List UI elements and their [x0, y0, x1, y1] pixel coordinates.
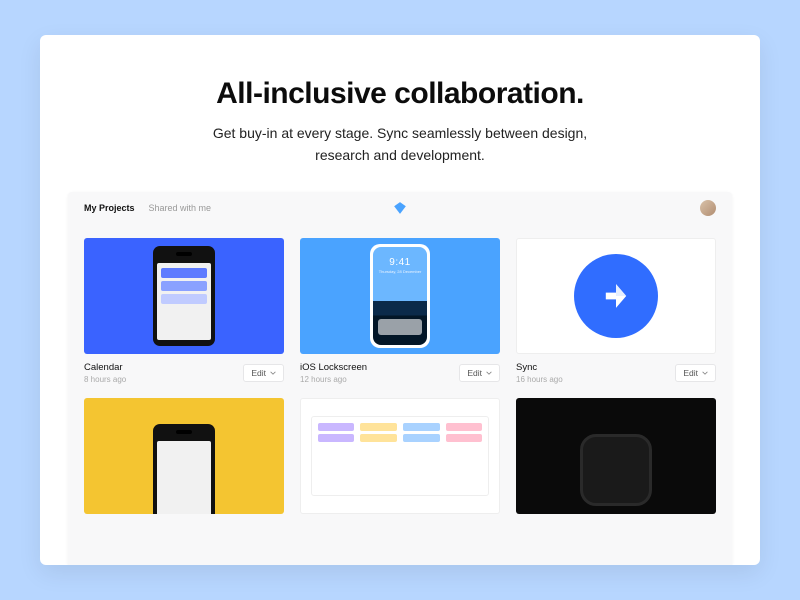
- project-card-lockscreen[interactable]: 9:41 Thursday, 28 December iOS Lockscree…: [300, 238, 500, 384]
- phone-mock-icon: 9:41 Thursday, 28 December: [370, 244, 430, 348]
- project-name: Calendar: [84, 362, 126, 373]
- phone-mock-icon: [153, 246, 215, 346]
- card-meta: Sync 16 hours ago Edit: [516, 354, 716, 384]
- marketing-panel: All-inclusive collaboration. Get buy-in …: [40, 35, 760, 565]
- app-logo-icon: [393, 201, 407, 215]
- avatar[interactable]: [700, 200, 716, 216]
- project-time: 8 hours ago: [84, 375, 126, 384]
- project-name: Sync: [516, 362, 563, 373]
- phone-mock-icon: [153, 424, 215, 514]
- edit-label: Edit: [467, 368, 482, 378]
- edit-label: Edit: [683, 368, 698, 378]
- project-card-partial[interactable]: [516, 398, 716, 514]
- tab-mock-icon: [311, 416, 489, 496]
- project-thumb: [84, 398, 284, 514]
- project-time: 16 hours ago: [516, 375, 563, 384]
- tab-shared[interactable]: Shared with me: [149, 203, 212, 213]
- project-time: 12 hours ago: [300, 375, 367, 384]
- edit-button[interactable]: Edit: [459, 364, 500, 382]
- edit-button[interactable]: Edit: [243, 364, 284, 382]
- hero-headline: All-inclusive collaboration.: [100, 77, 700, 111]
- hero-subhead: Get buy-in at every stage. Sync seamless…: [200, 123, 600, 166]
- lockscreen-time: 9:41: [389, 257, 410, 268]
- project-thumb: [300, 398, 500, 514]
- projects-grid: Calendar 8 hours ago Edit 9:41 Thursda: [68, 224, 732, 514]
- project-card-calendar[interactable]: Calendar 8 hours ago Edit: [84, 238, 284, 384]
- tab-my-projects[interactable]: My Projects: [84, 203, 135, 213]
- project-card-sync[interactable]: Sync 16 hours ago Edit: [516, 238, 716, 384]
- edit-label: Edit: [251, 368, 266, 378]
- project-thumb: [516, 238, 716, 354]
- project-card-partial[interactable]: [300, 398, 500, 514]
- watch-mock-icon: [580, 434, 652, 506]
- project-thumb: [84, 238, 284, 354]
- project-card-partial[interactable]: [84, 398, 284, 514]
- project-name: iOS Lockscreen: [300, 362, 367, 373]
- chevron-down-icon: [486, 370, 492, 376]
- chevron-down-icon: [270, 370, 276, 376]
- app-bar: My Projects Shared with me: [68, 192, 732, 224]
- chevron-down-icon: [702, 370, 708, 376]
- edit-button[interactable]: Edit: [675, 364, 716, 382]
- sync-icon: [574, 254, 658, 338]
- nav-tabs: My Projects Shared with me: [84, 203, 211, 213]
- project-thumb: [516, 398, 716, 514]
- projects-app: My Projects Shared with me: [68, 192, 732, 565]
- card-meta: iOS Lockscreen 12 hours ago Edit: [300, 354, 500, 384]
- lockscreen-date: Thursday, 28 December: [379, 269, 422, 274]
- hero: All-inclusive collaboration. Get buy-in …: [40, 35, 760, 192]
- card-meta: Calendar 8 hours ago Edit: [84, 354, 284, 384]
- project-thumb: 9:41 Thursday, 28 December: [300, 238, 500, 354]
